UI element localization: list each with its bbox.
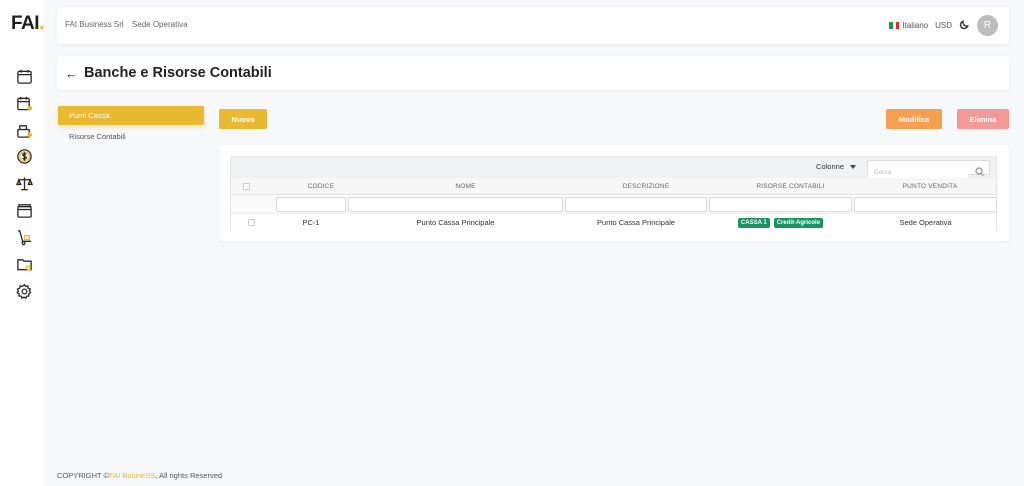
delete-button[interactable]: Elimina bbox=[957, 109, 1009, 129]
location-name[interactable]: Sede Operativa bbox=[132, 20, 188, 29]
data-table: Colonne CODICE NOME DESCRIZIONE RISORSE … bbox=[230, 156, 997, 231]
cell-risorse-contabili: CASSA 1 Credit-Agricole bbox=[709, 214, 852, 231]
italy-flag-icon bbox=[889, 22, 900, 29]
cell-codice: PC-1 bbox=[302, 218, 320, 227]
tab-punti-cassa[interactable]: Punti Cassa bbox=[58, 106, 204, 125]
cash-register-icon[interactable] bbox=[15, 121, 33, 139]
columns-label: Colonne bbox=[816, 162, 844, 171]
filter-nome-input[interactable] bbox=[349, 200, 562, 213]
company-breadcrumb: FAI.Business Srl Sede Operativa bbox=[65, 20, 194, 29]
top-bar: FAI.Business Srl Sede Operativa Italiano… bbox=[57, 7, 1009, 44]
header-descrizione[interactable]: DESCRIZIONE bbox=[575, 178, 717, 194]
page-title: Banche e Risorse Contabili bbox=[84, 65, 272, 81]
footer-copyright: COPYRIGHT ©FAI.BusineSS, All rights Rese… bbox=[57, 471, 222, 480]
header-punto-vendita[interactable]: PUNTO VENDITA bbox=[864, 178, 996, 194]
currency-selector[interactable]: USD bbox=[935, 21, 952, 30]
filter-punto-vendita-input[interactable] bbox=[855, 200, 996, 213]
filter-risorse bbox=[709, 197, 852, 213]
cell-punto-vendita: Sede Operativa bbox=[899, 218, 952, 227]
company-name[interactable]: FAI.Business Srl bbox=[65, 20, 124, 29]
top-right-controls: Italiano USD R bbox=[889, 15, 998, 36]
app-logo[interactable]: FAI. bbox=[11, 13, 44, 35]
dollar-coin-icon[interactable] bbox=[15, 147, 33, 165]
page-header: ← Banche e Risorse Contabili bbox=[57, 56, 1009, 90]
cell-descrizione: Punto Cassa Principale bbox=[597, 218, 675, 227]
gear-icon[interactable] bbox=[15, 282, 33, 300]
folder-search-icon[interactable] bbox=[15, 255, 33, 273]
table-card: Colonne CODICE NOME DESCRIZIONE RISORSE … bbox=[219, 145, 1009, 241]
header-risorse-contabili[interactable]: RISORSE CONTABILI bbox=[719, 178, 862, 194]
table-row[interactable]: PC-1 Punto Cassa Principale Punto Cassa … bbox=[231, 214, 996, 231]
table-search bbox=[867, 160, 990, 179]
risorsa-badge: Credit-Agricole bbox=[773, 217, 824, 228]
tab-risorse-contabili[interactable]: Risorse Contabili bbox=[69, 132, 126, 141]
calendar-alert-icon[interactable] bbox=[15, 94, 33, 112]
table-filter-row bbox=[231, 195, 997, 214]
columns-dropdown[interactable]: Colonne bbox=[816, 162, 856, 171]
search-icon[interactable] bbox=[975, 163, 984, 176]
row-checkbox[interactable] bbox=[247, 219, 255, 226]
caret-down-icon bbox=[850, 164, 856, 169]
copyright-prefix: COPYRIGHT © bbox=[57, 471, 110, 480]
edit-button[interactable]: Modifica bbox=[886, 109, 942, 129]
filter-descrizione bbox=[565, 197, 707, 213]
filter-descrizione-input[interactable] bbox=[566, 200, 706, 213]
select-all-checkbox[interactable] bbox=[243, 182, 250, 190]
copyright-suffix: , All rights Reserved bbox=[155, 471, 223, 480]
header-nome[interactable]: NOME bbox=[358, 178, 573, 194]
user-avatar[interactable]: R bbox=[977, 15, 998, 36]
filter-punto-vendita bbox=[854, 197, 997, 213]
filter-codice-input[interactable] bbox=[277, 200, 345, 213]
wallet-icon[interactable] bbox=[15, 201, 33, 219]
sidebar: FAI. bbox=[0, 0, 44, 486]
table-header-row: CODICE NOME DESCRIZIONE RISORSE CONTABIL… bbox=[231, 178, 996, 195]
dark-mode-toggle-icon[interactable] bbox=[959, 19, 970, 32]
select-all-cell bbox=[231, 178, 262, 194]
risorsa-badge: CASSA 1 bbox=[737, 217, 770, 228]
hand-truck-icon[interactable] bbox=[15, 228, 33, 246]
header-codice[interactable]: CODICE bbox=[286, 178, 356, 194]
language-label: Italiano bbox=[902, 21, 929, 30]
language-selector[interactable]: Italiano bbox=[889, 21, 928, 30]
calendar-icon[interactable] bbox=[15, 67, 33, 85]
table-toolbar: Colonne bbox=[231, 157, 996, 179]
filter-risorse-input[interactable] bbox=[710, 200, 851, 213]
footer-brand-link[interactable]: FAI.BusineSS bbox=[109, 471, 155, 480]
cell-nome: Punto Cassa Principale bbox=[416, 218, 495, 227]
new-button[interactable]: Nuovo bbox=[219, 109, 267, 129]
scale-icon[interactable] bbox=[15, 174, 33, 192]
filter-nome bbox=[348, 197, 563, 213]
filter-codice bbox=[276, 197, 346, 213]
back-arrow-icon[interactable]: ← bbox=[65, 66, 78, 81]
row-select-cell bbox=[231, 214, 271, 231]
